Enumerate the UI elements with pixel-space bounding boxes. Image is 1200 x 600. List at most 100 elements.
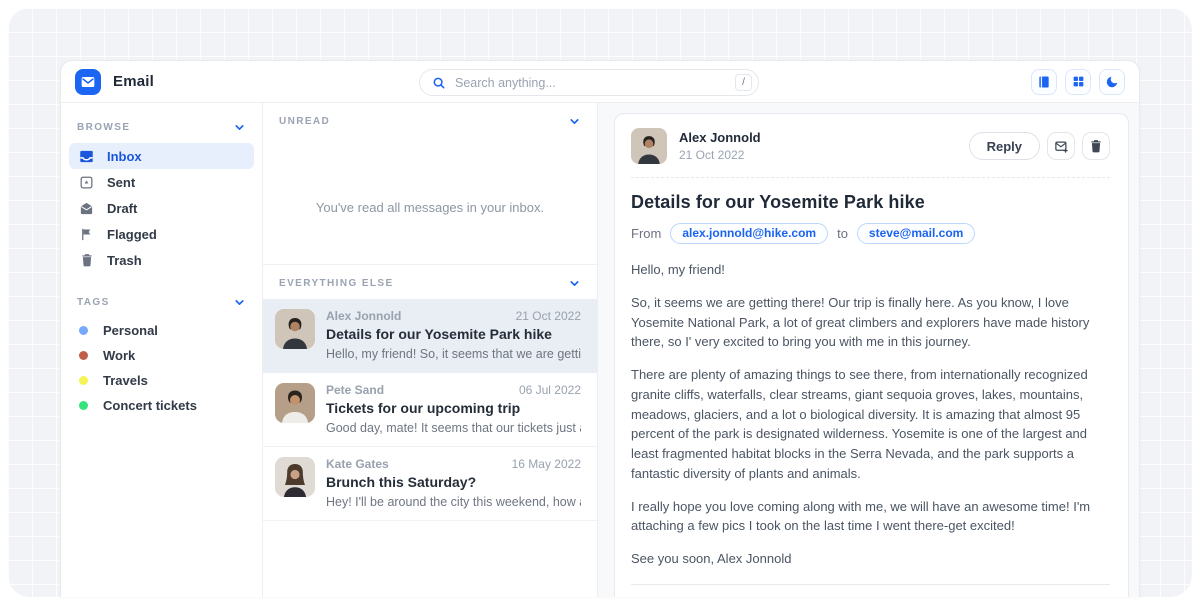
tag-color-dot [79,401,88,410]
email-list-item[interactable]: Alex Jonnold 21 Oct 2022 Details for our… [263,299,597,373]
tag-item-work[interactable]: Work [69,343,254,368]
draft-icon [79,201,94,216]
chevron-down-icon[interactable] [233,296,246,309]
app-title: Email [113,73,154,90]
envelope-logo-icon [80,74,96,90]
body-paragraph: There are plenty of amazing things to se… [631,365,1110,484]
tag-item-concert-tickets[interactable]: Concert tickets [69,393,254,418]
email-date: 16 May 2022 [512,457,581,471]
email-app-window: Email Search anything... / [60,60,1140,597]
message-actions: Reply [969,132,1110,160]
tag-color-dot [79,351,88,360]
browse-section-header[interactable]: BROWSE [61,109,262,143]
unread-section: UNREAD You've read all messages in your … [263,103,597,265]
avatar [631,128,667,164]
email-sender: Alex Jonnold [326,309,401,323]
top-bar: Email Search anything... / [61,61,1139,103]
email-date: 21 Oct 2022 [516,309,581,323]
email-subject: Tickets for our upcoming trip [326,400,581,416]
top-actions [1031,69,1125,95]
email-list-item[interactable]: Pete Sand 06 Jul 2022 Tickets for our up… [263,373,597,447]
body-paragraph: I really hope you love coming along with… [631,497,1110,537]
email-sender: Pete Sand [326,383,384,397]
delete-button[interactable] [1082,132,1110,160]
sidebar-item-label: Trash [107,253,142,268]
sidebar-item-trash[interactable]: Trash [69,247,254,273]
everything-else-section-header[interactable]: EVERYTHING ELSE [263,265,597,299]
sent-icon [79,175,94,190]
message-header: Alex Jonnold 21 Oct 2022 Reply [631,128,1110,164]
reply-button[interactable]: Reply [969,132,1040,160]
to-email-chip[interactable]: steve@mail.com [857,223,975,244]
apps-grid-icon [1072,75,1085,88]
email-preview: Hello, my friend! So, it seems that we a… [326,347,581,361]
browse-nav: Inbox Sent Draft [61,143,262,273]
sidebar-item-label: Inbox [107,149,142,164]
to-label: to [837,226,848,241]
sidebar-item-label: Sent [107,175,135,190]
from-email-chip[interactable]: alex.jonnold@hike.com [670,223,828,244]
avatar [275,383,315,423]
chevron-down-icon[interactable] [568,277,581,290]
envelope-plus-icon [1054,139,1069,154]
detail-subject: Details for our Yosemite Park hike [631,192,1110,213]
sidebar-item-sent[interactable]: Sent [69,169,254,195]
message-list-column: UNREAD You've read all messages in your … [263,103,598,597]
sidebar-item-inbox[interactable]: Inbox [69,143,254,169]
email-date: 06 Jul 2022 [519,383,581,397]
trash-icon [79,253,94,267]
dark-mode-moon-icon [1105,75,1119,89]
avatar [275,457,315,497]
chevron-down-icon[interactable] [568,115,581,128]
email-preview: Good day, mate! It seems that our ticket… [326,421,581,435]
tag-label: Concert tickets [103,398,197,413]
body-paragraph: So, it seems we are getting there! Our t… [631,293,1110,352]
message-card: Alex Jonnold 21 Oct 2022 Reply [614,113,1129,597]
tag-color-dot [79,326,88,335]
sidebar-item-draft[interactable]: Draft [69,195,254,221]
dark-mode-button[interactable] [1099,69,1125,95]
email-list-item[interactable]: Kate Gates 16 May 2022 Brunch this Satur… [263,447,597,521]
search-shortcut-key: / [735,74,752,91]
from-label: From [631,226,661,241]
email-subject: Details for our Yosemite Park hike [326,326,581,342]
reader-icon [1037,75,1051,89]
unread-section-header[interactable]: UNREAD [263,103,597,137]
tags-label: TAGS [77,297,110,308]
body-paragraph: See you soon, Alex Jonnold [631,549,1110,569]
from-to-row: From alex.jonnold@hike.com to steve@mail… [631,223,1110,244]
everything-else-label: EVERYTHING ELSE [279,278,394,289]
sidebar: BROWSE Inbox Sent [61,103,263,597]
flag-icon [79,227,94,242]
email-sender: Kate Gates [326,457,389,471]
sidebar-item-label: Draft [107,201,137,216]
search-icon [432,76,446,90]
avatar [275,309,315,349]
unread-empty-message: You've read all messages in your inbox. [263,137,597,264]
tags-list: Personal Work Travels Concert tickets [61,318,262,418]
trash-icon [1089,139,1103,153]
search-placeholder: Search anything... [455,76,735,90]
forward-button[interactable] [1047,132,1075,160]
tag-label: Personal [103,323,158,338]
tag-item-personal[interactable]: Personal [69,318,254,343]
sidebar-item-label: Flagged [107,227,157,242]
search-input[interactable]: Search anything... / [419,69,759,96]
divider [631,177,1110,178]
detail-date: 21 Oct 2022 [679,148,761,162]
tag-color-dot [79,376,88,385]
detail-sender-name: Alex Jonnold [679,130,761,145]
sidebar-item-flagged[interactable]: Flagged [69,221,254,247]
browse-label: BROWSE [77,122,130,133]
app-logo [75,69,101,95]
email-subject: Brunch this Saturday? [326,474,581,490]
divider [631,584,1110,585]
tags-section-header[interactable]: TAGS [61,284,262,318]
unread-label: UNREAD [279,116,330,127]
email-preview: Hey! I'll be around the city this weeken… [326,495,581,509]
chevron-down-icon[interactable] [233,121,246,134]
body-paragraph: Hello, my friend! [631,260,1110,280]
apps-button[interactable] [1065,69,1091,95]
tag-item-travels[interactable]: Travels [69,368,254,393]
reader-button[interactable] [1031,69,1057,95]
